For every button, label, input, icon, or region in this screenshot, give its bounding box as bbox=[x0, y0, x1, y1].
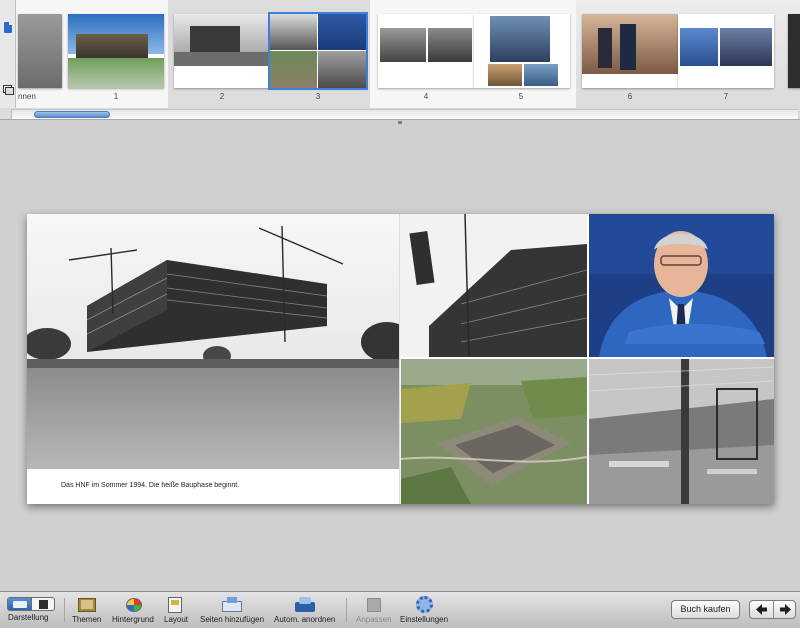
arrow-left-icon bbox=[756, 604, 767, 615]
toolbar-separator bbox=[64, 598, 65, 622]
themes-icon bbox=[76, 596, 98, 613]
interior-art bbox=[589, 359, 774, 504]
page-number-1: 1 bbox=[113, 92, 119, 101]
background-button[interactable]: Hintergrund bbox=[112, 596, 154, 626]
gear-icon bbox=[413, 596, 435, 613]
cover-label: nnen bbox=[18, 92, 36, 101]
add-pages-label: Seiten hinzufügen bbox=[200, 615, 265, 624]
layout-label: Layout bbox=[164, 615, 189, 624]
page-thumbnail-3[interactable] bbox=[268, 12, 368, 90]
page-slot-1[interactable]: 1 bbox=[64, 0, 168, 108]
construction-detail-art bbox=[401, 214, 587, 357]
adjust-icon bbox=[363, 596, 385, 613]
interior-photo[interactable] bbox=[589, 359, 774, 504]
view-label: Darstellung bbox=[8, 613, 49, 622]
page-number-2: 2 bbox=[219, 92, 225, 101]
autoflow-button[interactable]: Autom. anordnen bbox=[274, 596, 335, 626]
layout-icon bbox=[165, 596, 187, 613]
page-navigation[interactable] bbox=[749, 600, 796, 619]
background-palette-icon bbox=[122, 596, 144, 613]
construction-photo-art bbox=[27, 214, 399, 469]
pages-view-icon[interactable] bbox=[30, 598, 55, 610]
page-caption[interactable]: Das HNF im Sommer 1994. Die heiße Baupha… bbox=[61, 482, 239, 489]
book-view-icon[interactable] bbox=[8, 598, 31, 610]
browser-side-tools bbox=[0, 0, 16, 108]
page-browser[interactable]: nnen 1 2 3 4 5 6 7 bbox=[0, 0, 800, 120]
add-pages-button[interactable]: Seiten hinzufügen bbox=[200, 596, 264, 626]
photos-icon[interactable] bbox=[2, 84, 14, 96]
page-thumbnail-1[interactable] bbox=[68, 14, 164, 88]
page-thumbnail-6[interactable] bbox=[582, 14, 678, 88]
page-number-7: 7 bbox=[723, 92, 729, 101]
spread-slot-6-7[interactable]: 6 7 bbox=[576, 0, 788, 108]
autoflow-label: Autom. anordnen bbox=[274, 615, 336, 624]
bottom-toolbar: Darstellung Themen Hintergrund Layout Se… bbox=[0, 591, 800, 628]
arrow-right-icon bbox=[780, 604, 791, 615]
view-mode-switch[interactable] bbox=[7, 597, 55, 611]
portrait-art bbox=[589, 214, 774, 357]
spread-slot-2-3[interactable]: 2 3 bbox=[168, 0, 370, 108]
settings-button[interactable]: Einstellungen bbox=[400, 596, 448, 626]
cover-thumbnail[interactable] bbox=[18, 14, 62, 88]
book-spread: Das HNF im Sommer 1994. Die heiße Baupha… bbox=[27, 214, 774, 504]
aerial-photo[interactable] bbox=[401, 359, 587, 504]
scrollbar-left-cap bbox=[0, 109, 12, 119]
adjust-label: Anpassen bbox=[356, 615, 392, 624]
aerial-art bbox=[401, 359, 587, 504]
page-number-6: 6 bbox=[627, 92, 633, 101]
background-label: Hintergrund bbox=[112, 615, 154, 624]
splitter-handle[interactable] bbox=[398, 121, 402, 124]
page-strip-scrollbar[interactable] bbox=[12, 109, 798, 119]
themes-label: Themen bbox=[72, 615, 102, 624]
page-thumbnail-4[interactable] bbox=[378, 14, 474, 88]
page-thumbnail-partial[interactable] bbox=[788, 14, 800, 88]
page-number-4: 4 bbox=[423, 92, 429, 101]
adjust-button[interactable]: Anpassen bbox=[356, 596, 392, 626]
autoflow-icon bbox=[294, 596, 316, 613]
toolbar-separator bbox=[346, 598, 347, 622]
page-thumbnail-5[interactable] bbox=[474, 14, 570, 88]
buy-book-button[interactable]: Buch kaufen bbox=[671, 600, 740, 619]
add-pages-icon bbox=[221, 596, 243, 613]
page-number-5: 5 bbox=[518, 92, 524, 101]
construction-photo-detail[interactable] bbox=[401, 214, 587, 357]
page-thumbnail-7[interactable] bbox=[678, 14, 774, 88]
scrollbar-thumb[interactable] bbox=[34, 111, 110, 118]
layout-button[interactable]: Layout bbox=[164, 596, 188, 626]
settings-label: Einstellungen bbox=[400, 615, 449, 624]
page-view-icon[interactable] bbox=[2, 22, 14, 34]
page-number-3: 3 bbox=[315, 92, 321, 101]
next-page-button[interactable] bbox=[773, 601, 795, 618]
themes-button[interactable]: Themen bbox=[72, 596, 101, 626]
construction-photo-left[interactable] bbox=[27, 214, 399, 469]
prev-page-button[interactable] bbox=[750, 601, 773, 618]
page-thumbnail-2[interactable] bbox=[174, 14, 270, 88]
portrait-photo[interactable] bbox=[589, 214, 774, 357]
spread-slot-4-5[interactable]: 4 5 bbox=[370, 0, 576, 108]
